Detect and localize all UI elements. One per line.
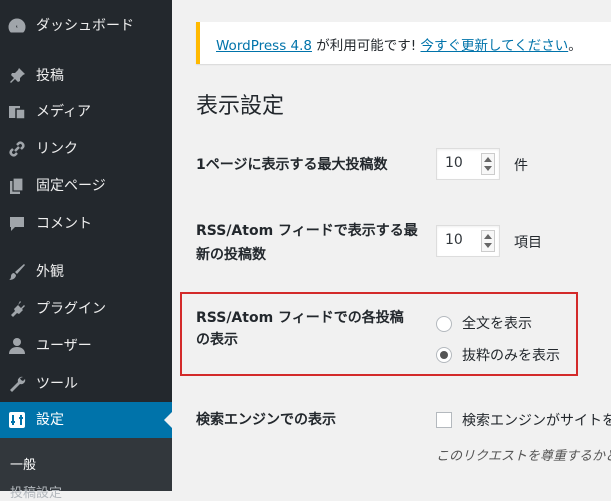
user-icon	[7, 336, 27, 356]
discourage-search-checkbox[interactable]	[436, 412, 452, 428]
settings-submenu: 一般 投稿設定	[0, 438, 172, 501]
feed-posts-label-line2: 新の投稿数	[196, 247, 266, 263]
sidebar-item-comments[interactable]: コメント	[0, 206, 172, 242]
link-icon	[7, 139, 27, 159]
sidebar-item-appearance[interactable]: 外観	[0, 254, 172, 290]
posts-per-page-value: 10	[445, 155, 463, 171]
page-title: 表示設定	[196, 94, 285, 119]
sidebar-item-settings[interactable]: 設定	[0, 402, 172, 438]
admin-sidebar: ダッシュボード 投稿 メディア リンク 固定ページ コメント 外観 プラグイン …	[0, 0, 172, 501]
pin-icon	[7, 66, 27, 86]
feed-posts-unit: 項目	[514, 235, 542, 251]
wrench-icon	[7, 374, 27, 394]
submenu-general[interactable]: 一般	[10, 454, 36, 473]
submenu-writing[interactable]: 投稿設定	[10, 482, 62, 501]
wordpress-version-link[interactable]: WordPress 4.8	[216, 38, 312, 54]
feed-posts-label-line1: RSS/Atom フィードで表示する最	[196, 223, 418, 239]
feed-display-label-line1: RSS/Atom フィードでの各投稿	[196, 310, 404, 326]
full-text-label: 全文を表示	[462, 316, 532, 332]
feed-posts-input[interactable]: 10	[436, 225, 500, 257]
sidebar-item-pages[interactable]: 固定ページ	[0, 168, 172, 204]
excerpt-radio[interactable]	[436, 347, 452, 363]
posts-per-page-label: 1ページに表示する最大投稿数	[196, 157, 388, 173]
spinner-arrows[interactable]	[481, 153, 495, 175]
spinner-arrows[interactable]	[481, 230, 495, 252]
excerpt-label: 抜粋のみを表示	[462, 348, 560, 364]
feed-posts-value: 10	[445, 232, 463, 248]
sidebar-item-media[interactable]: メディア	[0, 94, 172, 130]
brush-icon	[7, 262, 27, 282]
notice-end: 。	[568, 38, 582, 54]
search-engine-label: 検索エンジンでの表示	[196, 412, 336, 428]
settings-icon	[7, 410, 27, 430]
posts-per-page-input[interactable]: 10	[436, 148, 500, 180]
sidebar-item-posts[interactable]: 投稿	[0, 58, 172, 94]
comment-icon	[7, 214, 27, 234]
sidebar-item-dashboard[interactable]: ダッシュボード	[0, 8, 172, 44]
page-icon	[7, 176, 27, 196]
update-now-link[interactable]: 今すぐ更新してください	[421, 38, 569, 54]
main-content: WordPress 4.8 が利用可能です! 今すぐ更新してください。 表示設定…	[172, 0, 611, 491]
sidebar-item-plugins[interactable]: プラグイン	[0, 291, 172, 327]
update-notice: WordPress 4.8 が利用可能です! 今すぐ更新してください。	[196, 22, 611, 64]
dashboard-icon	[7, 16, 27, 36]
posts-per-page-unit: 件	[514, 158, 528, 174]
search-engine-description: このリクエストを尊重するかどうかは検索エンジンの設定によります。	[436, 449, 611, 464]
plugin-icon	[7, 299, 27, 319]
sidebar-item-users[interactable]: ユーザー	[0, 328, 172, 364]
discourage-search-label: 検索エンジンがサイトをインデックスしないようにする	[462, 413, 611, 429]
notice-text: が利用可能です!	[312, 38, 421, 54]
media-icon	[7, 102, 27, 122]
full-text-radio[interactable]	[436, 316, 452, 332]
sidebar-item-tools[interactable]: ツール	[0, 366, 172, 402]
feed-display-label-line2: の表示	[196, 332, 238, 348]
sidebar-item-links[interactable]: リンク	[0, 131, 172, 167]
